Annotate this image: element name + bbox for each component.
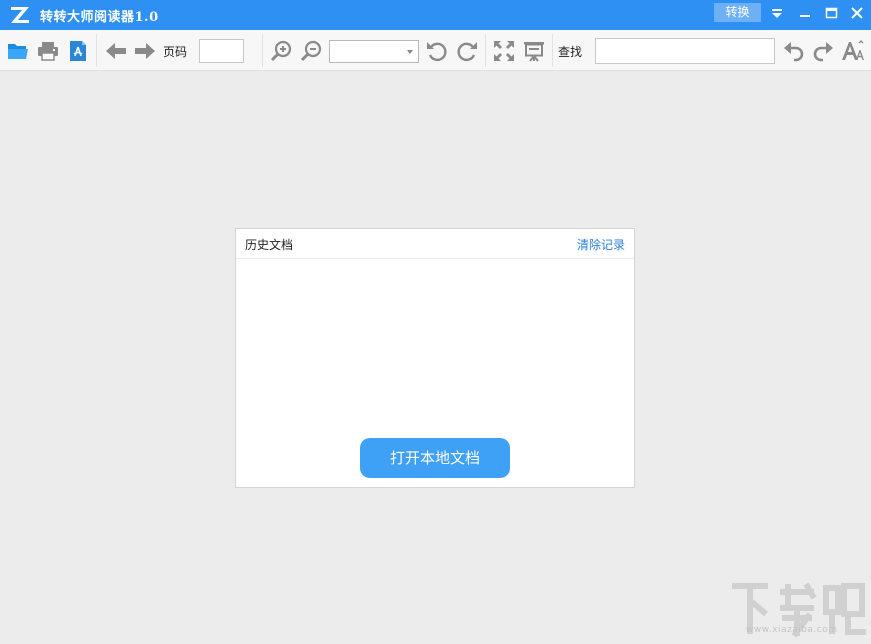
- rotate-right-icon[interactable]: [455, 39, 479, 63]
- watermark-url: www.xiazaiba.com: [746, 625, 838, 635]
- arrow-left-icon[interactable]: [104, 39, 128, 63]
- close-icon[interactable]: [847, 4, 867, 22]
- app-logo-icon: [11, 7, 29, 23]
- toolbar-separator: [262, 34, 263, 67]
- zoom-out-icon[interactable]: [300, 39, 324, 63]
- open-local-document-button[interactable]: 打开本地文档: [360, 438, 510, 478]
- search-input[interactable]: [595, 38, 775, 64]
- zoom-in-icon[interactable]: [270, 39, 294, 63]
- toolbar-separator: [96, 34, 97, 67]
- title-bar: 转转大师阅读器1.0 转换: [0, 0, 871, 30]
- minimize-icon[interactable]: [795, 4, 815, 22]
- dropdown-arrow-icon[interactable]: [767, 4, 787, 22]
- open-folder-icon[interactable]: [6, 39, 30, 63]
- arrow-right-icon[interactable]: [133, 39, 157, 63]
- maximize-icon[interactable]: [821, 4, 841, 22]
- clear-history-link[interactable]: 清除记录: [577, 236, 625, 253]
- toolbar-separator: [485, 34, 486, 67]
- chevron-down-icon: [407, 50, 413, 54]
- font-size-icon[interactable]: [841, 39, 865, 63]
- rotate-left-icon[interactable]: [425, 39, 449, 63]
- history-list: [236, 260, 634, 430]
- zoom-select[interactable]: [329, 40, 419, 63]
- app-title: 转转大师阅读器1.0: [40, 10, 159, 25]
- presentation-icon[interactable]: [522, 39, 546, 63]
- print-icon[interactable]: [36, 39, 60, 63]
- convert-button[interactable]: 转换: [714, 3, 761, 22]
- history-header: 历史文档 清除记录: [236, 229, 634, 259]
- pdf-document-icon[interactable]: [66, 39, 90, 63]
- redo-icon[interactable]: [811, 39, 835, 63]
- history-panel: 历史文档 清除记录 打开本地文档: [235, 228, 635, 488]
- history-title: 历史文档: [245, 238, 294, 252]
- search-label: 查找: [558, 45, 583, 59]
- page-label: 页码: [163, 45, 188, 59]
- undo-icon[interactable]: [782, 39, 806, 63]
- fullscreen-icon[interactable]: [492, 39, 516, 63]
- toolbar: 页码 查找: [0, 30, 871, 71]
- toolbar-separator: [552, 34, 553, 67]
- page-number-input[interactable]: [199, 39, 244, 63]
